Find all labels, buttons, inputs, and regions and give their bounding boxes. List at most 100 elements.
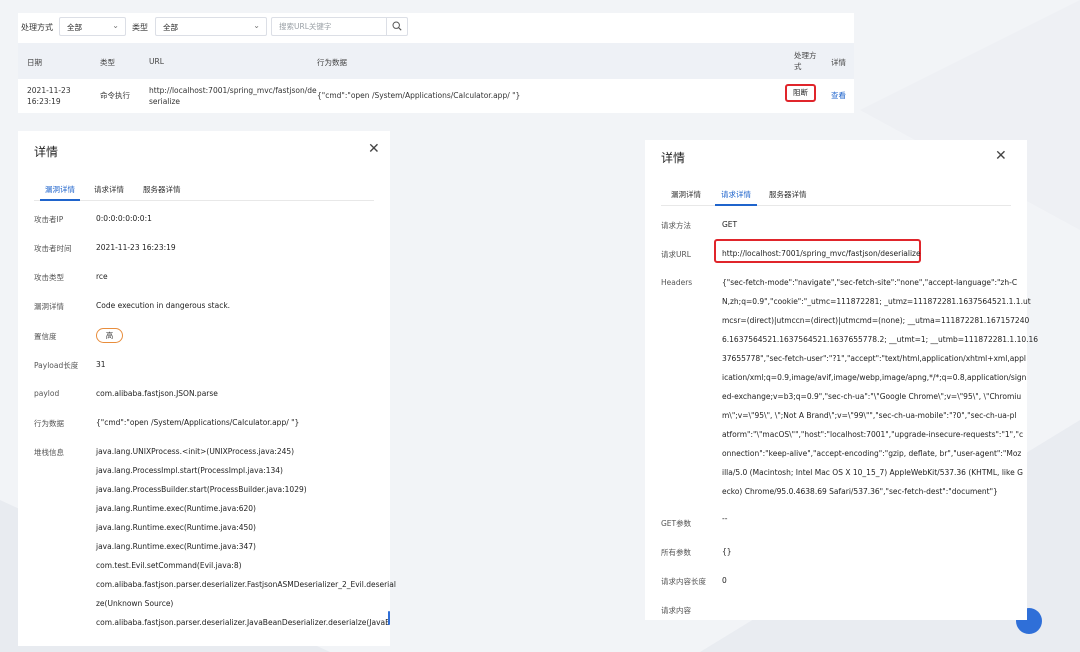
tab-server-detail[interactable]: 服务器详情 bbox=[143, 184, 181, 195]
content-length-value: 0 bbox=[722, 576, 727, 585]
vuln-detail-panel: 详情 ✕ 漏洞详情 请求详情 服务器详情 攻击者IP 0:0:0:0:0:0:0… bbox=[18, 131, 396, 646]
headers-line: ecko) Chrome/95.0.4638.69 Safari/537.36"… bbox=[722, 487, 998, 496]
table-header: 日期 类型 URL 行为数据 处理方 式 详情 bbox=[18, 43, 854, 79]
close-icon[interactable]: ✕ bbox=[995, 149, 1007, 163]
confidence-label: 置信度 bbox=[34, 332, 57, 341]
url-search-input[interactable] bbox=[273, 19, 395, 34]
stack-line: java.lang.Runtime.exec(Runtime.java:347) bbox=[96, 542, 256, 551]
row-url-line1: http://localhost:7001/spring_mvc/fastjso… bbox=[149, 86, 317, 95]
chevron-down-icon: ⌄ bbox=[112, 21, 119, 30]
payload-value: com.alibaba.fastjson.JSON.parse bbox=[96, 389, 218, 398]
type-filter-label: 类型 bbox=[132, 23, 148, 32]
row-behavior: {"cmd":"open /System/Applications/Calcul… bbox=[317, 91, 521, 100]
stack-line: ze(Unknown Source) bbox=[96, 599, 174, 608]
attacker-ip-label: 攻击者IP bbox=[34, 215, 64, 224]
attack-type-label: 攻击类型 bbox=[34, 273, 64, 282]
confidence-badge: 高 bbox=[96, 328, 123, 343]
request-url-value: http://localhost:7001/spring_mvc/fastjso… bbox=[722, 249, 921, 258]
active-tab-indicator bbox=[715, 204, 757, 206]
stack-line: java.lang.ProcessBuilder.start(ProcessBu… bbox=[96, 485, 307, 494]
col-url: URL bbox=[149, 57, 164, 66]
headers-line: ed-exchange;v=b3;q=0.9","sec-ch-ua":"\"G… bbox=[722, 392, 1022, 401]
panel-title: 详情 bbox=[34, 145, 59, 159]
panel-title: 详情 bbox=[661, 151, 686, 165]
payload-length-value: 31 bbox=[96, 360, 106, 369]
stack-line: java.lang.UNIXProcess.<init>(UNIXProcess… bbox=[96, 447, 295, 456]
tab-vuln-detail[interactable]: 漏洞详情 bbox=[671, 189, 701, 200]
headers-line: mcsr=(direct)|utmccn=(direct)|utmcmd=(no… bbox=[722, 316, 1030, 325]
row-type: 命令执行 bbox=[100, 91, 130, 100]
tab-divider bbox=[661, 205, 1011, 206]
payload-length-label: Payload长度 bbox=[34, 361, 79, 370]
headers-label: Headers bbox=[661, 278, 693, 287]
type-filter-value: 全部 bbox=[163, 23, 178, 32]
method-filter-label: 处理方式 bbox=[21, 23, 53, 32]
vuln-detail-value: Code execution in dangerous stack. bbox=[96, 301, 231, 310]
stack-line: java.lang.Runtime.exec(Runtime.java:620) bbox=[96, 504, 256, 513]
get-params-label: GET参数 bbox=[661, 519, 692, 528]
content-length-label: 请求内容长度 bbox=[661, 577, 706, 586]
headers-line: N,zh;q=0.9","cookie":"_utmc=111872281; _… bbox=[722, 297, 1031, 306]
request-content-label: 请求内容 bbox=[661, 606, 691, 615]
stack-line: java.lang.ProcessImpl.start(ProcessImpl.… bbox=[96, 466, 283, 475]
headers-line: 37655778","sec-fetch-user":"?1","accept"… bbox=[722, 354, 1026, 363]
vuln-detail-label: 漏洞详情 bbox=[34, 302, 64, 311]
behavior-data-value: {"cmd":"open /System/Applications/Calcul… bbox=[96, 418, 300, 427]
attack-type-value: rce bbox=[96, 272, 108, 281]
get-params-value: -- bbox=[722, 514, 728, 523]
alert-list-panel: 处理方式 全部 ⌄ 类型 全部 ⌄ 日期 类型 URL 行为数据 处理方 式 详… bbox=[18, 13, 854, 113]
headers-line: m\";v=\"95\", \";Not A Brand\";v=\"99\""… bbox=[722, 411, 1017, 420]
request-method-value: GET bbox=[722, 220, 738, 229]
tab-divider bbox=[34, 200, 374, 201]
headers-line: 6.1637564521.1637564521.1637655778.2; __… bbox=[722, 335, 1039, 344]
chevron-down-icon: ⌄ bbox=[253, 21, 260, 30]
method-filter-value: 全部 bbox=[67, 23, 82, 32]
col-behavior: 行为数据 bbox=[317, 58, 347, 67]
tab-request-detail[interactable]: 请求详情 bbox=[94, 184, 124, 195]
stack-line: com.test.Evil.setCommand(Evil.java:8) bbox=[96, 561, 242, 570]
col-method-line2: 式 bbox=[794, 62, 802, 71]
stack-info-label: 堆栈信息 bbox=[34, 448, 64, 457]
filter-bar: 处理方式 全部 ⌄ 类型 全部 ⌄ bbox=[18, 13, 854, 39]
all-params-value: {} bbox=[722, 547, 732, 556]
col-detail: 详情 bbox=[831, 58, 846, 67]
type-filter-select[interactable]: 全部 ⌄ bbox=[155, 17, 267, 36]
attack-time-value: 2021-11-23 16:23:19 bbox=[96, 243, 176, 252]
headers-line: onnection":"keep-alive","accept-encoding… bbox=[722, 449, 1022, 458]
col-date: 日期 bbox=[27, 58, 42, 67]
request-detail-panel: 详情 ✕ 漏洞详情 请求详情 服务器详情 请求方法 GET 请求URL http… bbox=[645, 140, 1038, 620]
payload-label: paylod bbox=[34, 389, 60, 398]
tab-server-detail[interactable]: 服务器详情 bbox=[769, 189, 807, 200]
headers-line: atform":"\"macOS\"","host":"localhost:70… bbox=[722, 430, 1024, 439]
request-url-label: 请求URL bbox=[661, 250, 691, 259]
block-status-tag: 阻断 bbox=[785, 84, 816, 102]
detail-tabs: 漏洞详情 请求详情 服务器详情 bbox=[18, 184, 390, 198]
row-url-line2: serialize bbox=[149, 97, 181, 106]
search-button[interactable] bbox=[386, 18, 407, 35]
row-date-line2: 16:23:19 bbox=[27, 97, 61, 106]
stack-line: java.lang.Runtime.exec(Runtime.java:450) bbox=[96, 523, 256, 532]
active-tab-indicator bbox=[40, 199, 80, 201]
headers-line: illa/5.0 (Macintosh; Intel Mac OS X 10_1… bbox=[722, 468, 1023, 477]
method-filter-select[interactable]: 全部 ⌄ bbox=[59, 17, 126, 36]
all-params-label: 所有参数 bbox=[661, 548, 691, 557]
stack-line: com.alibaba.fastjson.parser.deserializer… bbox=[96, 618, 391, 627]
request-method-label: 请求方法 bbox=[661, 221, 691, 230]
col-type: 类型 bbox=[100, 58, 115, 67]
tab-vuln-detail[interactable]: 漏洞详情 bbox=[45, 184, 75, 195]
row-date-line1: 2021-11-23 bbox=[27, 86, 71, 95]
behavior-data-label: 行为数据 bbox=[34, 419, 64, 428]
search-icon bbox=[392, 21, 402, 31]
url-search-box bbox=[271, 17, 408, 36]
close-icon[interactable]: ✕ bbox=[368, 142, 380, 156]
attack-time-label: 攻击者时间 bbox=[34, 244, 72, 253]
attacker-ip-value: 0:0:0:0:0:0:0:1 bbox=[96, 214, 152, 223]
table-row: 2021-11-23 16:23:19 命令执行 http://localhos… bbox=[18, 79, 854, 111]
col-method-line1: 处理方 bbox=[794, 51, 817, 60]
tab-request-detail[interactable]: 请求详情 bbox=[721, 189, 751, 200]
headers-line: ication/xml;q=0.9,image/avif,image/webp,… bbox=[722, 373, 1027, 382]
scrollbar-thumb[interactable] bbox=[388, 611, 390, 625]
view-detail-link[interactable]: 查看 bbox=[831, 90, 846, 101]
detail-tabs: 漏洞详情 请求详情 服务器详情 bbox=[645, 189, 1027, 203]
headers-line: {"sec-fetch-mode":"navigate","sec-fetch-… bbox=[722, 278, 1018, 287]
